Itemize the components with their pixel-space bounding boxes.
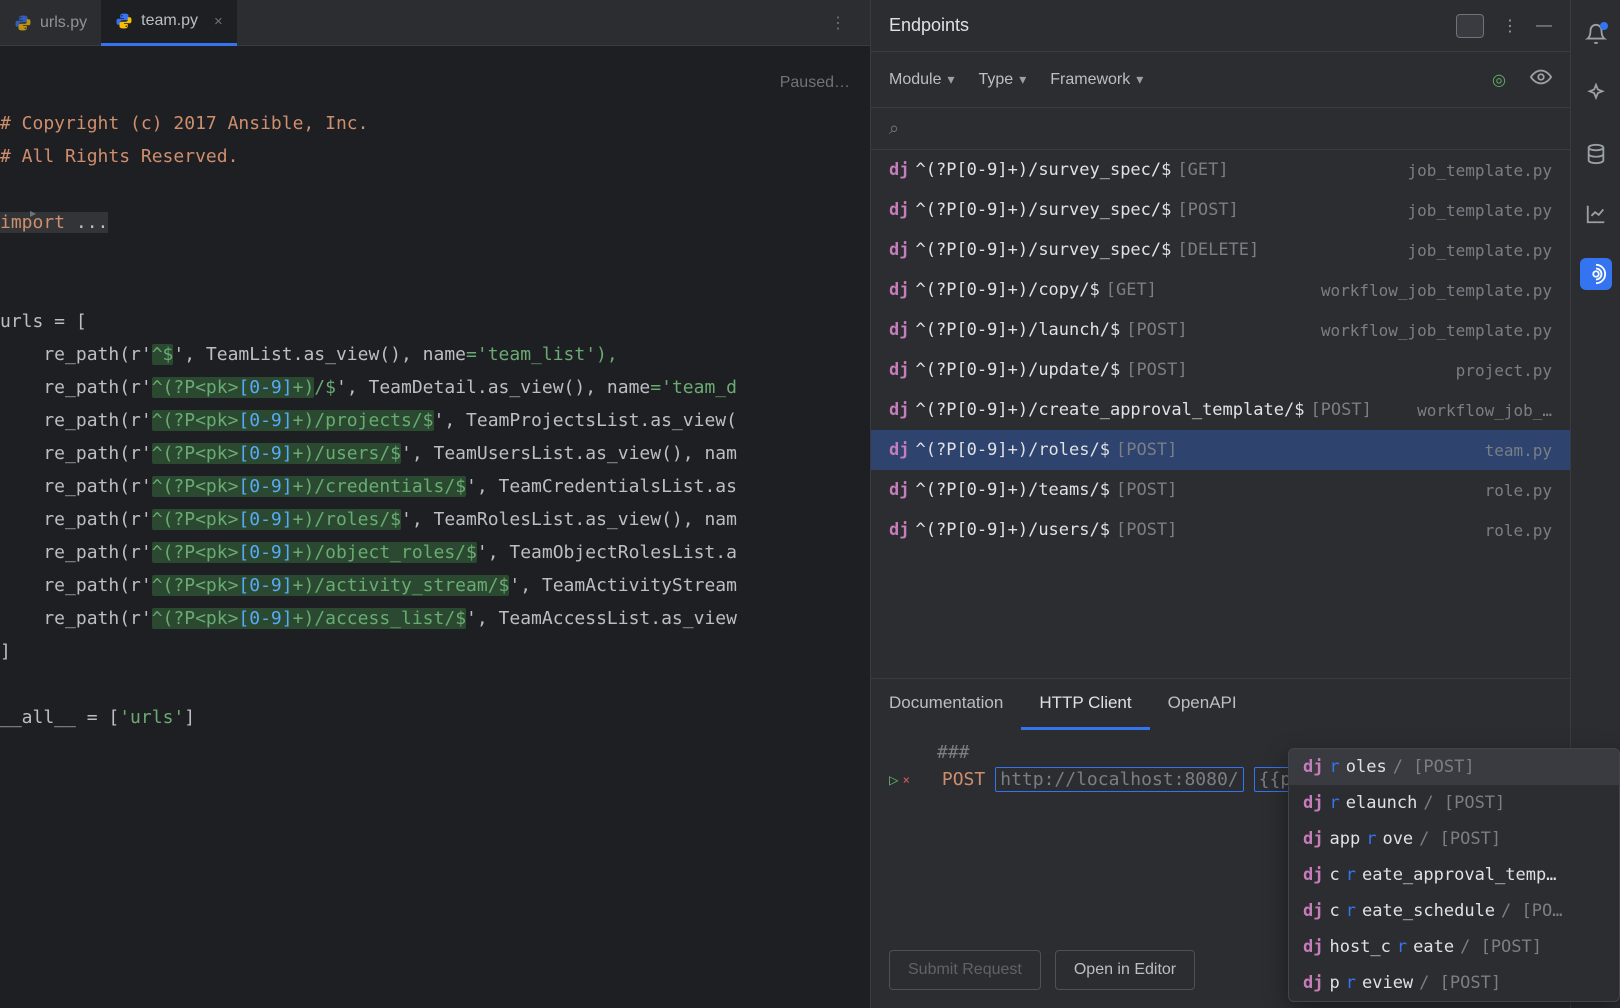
python-icon <box>14 14 32 32</box>
eye-icon[interactable] <box>1530 66 1552 93</box>
endpoint-row[interactable]: dj ^(?P[0-9]+)/survey_spec/$ [GET]job_te… <box>871 150 1570 190</box>
endpoint-row[interactable]: dj ^(?P[0-9]+)/teams/$ [POST]role.py <box>871 470 1570 510</box>
tab-urls[interactable]: urls.py <box>0 0 101 46</box>
status-paused: Paused… <box>780 74 850 92</box>
filter-framework[interactable]: Framework ▾ <box>1050 71 1143 89</box>
filter-type[interactable]: Type ▾ <box>979 71 1027 89</box>
endpoint-row[interactable]: dj ^(?P[0-9]+)/copy/$ [GET]workflow_job_… <box>871 270 1570 310</box>
tab-http-client[interactable]: HTTP Client <box>1021 679 1149 730</box>
tab-team[interactable]: team.py × <box>101 0 237 46</box>
endpoint-row[interactable]: dj ^(?P[0-9]+)/users/$ [POST]role.py <box>871 510 1570 550</box>
http-method: POST <box>942 769 985 790</box>
open-in-editor-button[interactable]: Open in Editor <box>1055 950 1195 990</box>
notifications-icon[interactable] <box>1580 18 1612 50</box>
endpoint-row[interactable]: dj ^(?P[0-9]+)/roles/$ [POST]team.py <box>871 430 1570 470</box>
endpoint-tabs: Documentation HTTP Client OpenAPI <box>871 678 1570 730</box>
database-icon[interactable] <box>1580 138 1612 170</box>
chevron-down-icon: ▾ <box>947 71 954 88</box>
popup-item[interactable]: dj approve/ [POST] <box>1289 821 1619 857</box>
close-icon[interactable]: × <box>214 13 223 30</box>
fold-arrow-icon[interactable]: ▸ <box>30 206 36 220</box>
target-icon[interactable]: ◎ <box>1492 70 1506 90</box>
search-icon: ⌕ <box>889 118 899 138</box>
more-icon[interactable]: ⋮ <box>830 13 846 33</box>
popup-item[interactable]: dj create_schedule/ [PO… <box>1289 893 1619 929</box>
popup-item[interactable]: dj create_approval_temp… <box>1289 857 1619 893</box>
tab-label: team.py <box>141 12 198 30</box>
code-editor[interactable]: ▸ Paused… # Copyright (c) 2017 Ansible, … <box>0 46 870 1008</box>
layout-icon[interactable] <box>1456 14 1484 38</box>
endpoint-list: dj ^(?P[0-9]+)/survey_spec/$ [GET]job_te… <box>871 150 1570 678</box>
popup-item[interactable]: dj relaunch/ [POST] <box>1289 785 1619 821</box>
more-icon[interactable]: ⋮ <box>1502 16 1518 36</box>
error-icon: × <box>903 773 910 787</box>
ai-icon[interactable] <box>1580 78 1612 110</box>
tab-label: urls.py <box>40 14 87 32</box>
minimize-icon[interactable]: — <box>1536 17 1552 35</box>
endpoint-row[interactable]: dj ^(?P[0-9]+)/create_approval_template/… <box>871 390 1570 430</box>
chevron-down-icon: ▾ <box>1136 71 1143 88</box>
editor-tabs: urls.py team.py × ⋮ <box>0 0 870 46</box>
python-icon <box>115 12 133 30</box>
endpoints-icon[interactable] <box>1580 258 1612 290</box>
endpoint-row[interactable]: dj ^(?P[0-9]+)/launch/$ [POST]workflow_j… <box>871 310 1570 350</box>
tab-openapi[interactable]: OpenAPI <box>1150 679 1255 730</box>
endpoint-row[interactable]: dj ^(?P[0-9]+)/survey_spec/$ [DELETE]job… <box>871 230 1570 270</box>
filter-module[interactable]: Module ▾ <box>889 71 955 89</box>
endpoint-search[interactable]: ⌕ <box>871 108 1570 150</box>
panel-title: Endpoints <box>889 15 969 36</box>
endpoint-row[interactable]: dj ^(?P[0-9]+)/update/$ [POST]project.py <box>871 350 1570 390</box>
popup-item[interactable]: dj roles/ [POST] <box>1289 749 1619 785</box>
run-icon[interactable]: ▷ <box>889 770 899 789</box>
endpoint-row[interactable]: dj ^(?P[0-9]+)/survey_spec/$ [POST]job_t… <box>871 190 1570 230</box>
autocomplete-popup: dj roles/ [POST]dj relaunch/ [POST]dj ap… <box>1288 748 1620 1002</box>
popup-item[interactable]: dj host_create/ [POST] <box>1289 929 1619 965</box>
chevron-down-icon: ▾ <box>1019 71 1026 88</box>
http-url-host[interactable]: http://localhost:8080/ <box>995 767 1243 792</box>
popup-item[interactable]: dj preview/ [POST] <box>1289 965 1619 1001</box>
chart-icon[interactable] <box>1580 198 1612 230</box>
submit-request-button: Submit Request <box>889 950 1041 990</box>
tab-documentation[interactable]: Documentation <box>871 679 1021 730</box>
